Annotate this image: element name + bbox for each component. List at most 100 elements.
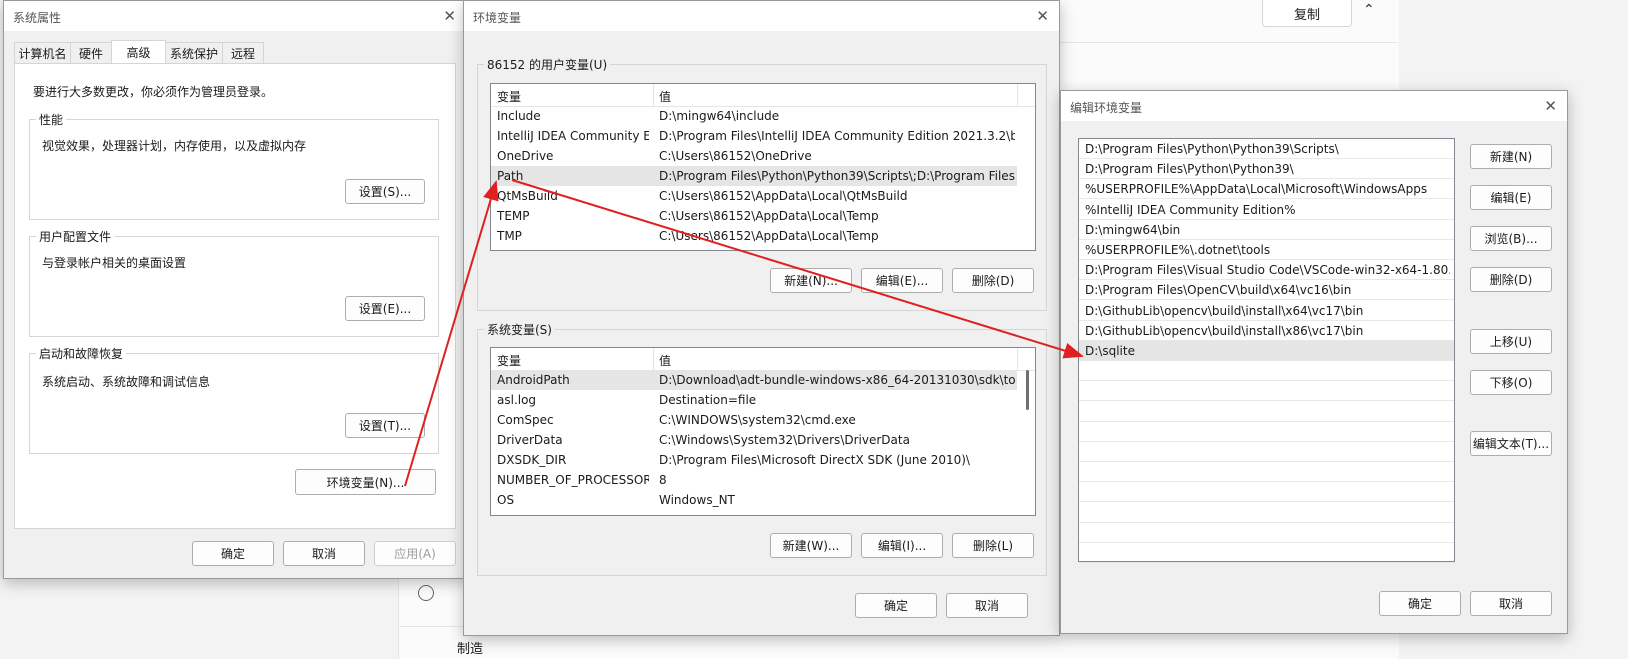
variable-value-cell: C:\Users\86152\AppData\Local\Temp: [659, 229, 879, 243]
startup-recovery-group: 启动和故障恢复 系统启动、系统故障和调试信息 设置(T)...: [29, 345, 439, 454]
variable-value-cell: D:\mingw64\include: [659, 109, 780, 123]
system-variables-legend: 系统变量(S): [484, 321, 555, 338]
column-header-value[interactable]: 值: [659, 352, 671, 369]
table-row[interactable]: Include D:\mingw64\include: [491, 106, 1017, 126]
variable-name-cell: Include: [497, 109, 541, 123]
user-edit-button[interactable]: 编辑(E)...: [861, 268, 943, 293]
scrollbar-thumb[interactable]: [1026, 370, 1029, 410]
performance-settings-button[interactable]: 设置(S)...: [345, 179, 425, 204]
column-header-variable[interactable]: 变量: [497, 352, 521, 369]
ok-button[interactable]: 确定: [1379, 591, 1461, 616]
variable-name-cell: TEMP: [497, 209, 530, 223]
empty-list-row[interactable]: [1079, 543, 1454, 563]
table-row[interactable]: QtMsBuild C:\Users\86152\AppData\Local\Qt…: [491, 186, 1017, 206]
user-profile-legend: 用户配置文件: [36, 228, 115, 245]
cancel-button[interactable]: 取消: [283, 541, 365, 566]
admin-note: 要进行大多数更改，你必须作为管理员登录。: [33, 85, 274, 99]
ok-button[interactable]: 确定: [192, 541, 274, 566]
table-row[interactable]: DXSDK_DIR D:\Program Files\Microsoft Dire…: [491, 450, 1017, 470]
path-entries-list[interactable]: D:\Program Files\Python\Python39\Scripts…: [1078, 138, 1455, 563]
apply-button[interactable]: 应用(A): [374, 541, 456, 566]
tab-hardware[interactable]: 硬件: [70, 42, 112, 63]
startup-recovery-settings-button[interactable]: 设置(T)...: [345, 413, 425, 438]
table-row[interactable]: ComSpec C:\WINDOWS\system32\cmd.exe: [491, 410, 1017, 430]
system-edit-button[interactable]: 编辑(I)...: [861, 533, 943, 558]
list-item[interactable]: D:\GithubLib\opencv\build\install\x64\vc…: [1079, 301, 1454, 321]
browse-button[interactable]: 浏览(B)...: [1470, 226, 1552, 251]
list-item[interactable]: %IntelliJ IDEA Community Edition%: [1079, 200, 1454, 220]
move-up-button[interactable]: 上移(U): [1470, 329, 1552, 354]
window-title: 系统属性: [13, 11, 62, 25]
system-delete-button[interactable]: 删除(L): [952, 533, 1034, 558]
edit-entry-button[interactable]: 编辑(E): [1470, 185, 1552, 210]
column-header-variable[interactable]: 变量: [497, 88, 521, 105]
empty-list-row[interactable]: [1079, 462, 1454, 483]
empty-list-row[interactable]: [1079, 442, 1454, 462]
cancel-button[interactable]: 取消: [1470, 591, 1552, 616]
variable-value-cell: C:\Windows\System32\Drivers\DriverData: [659, 433, 910, 447]
edit-text-button[interactable]: 编辑文本(T)...: [1470, 431, 1552, 456]
empty-list-row[interactable]: [1079, 523, 1454, 543]
table-row[interactable]: OneDrive C:\Users\86152\OneDrive: [491, 146, 1017, 166]
table-row[interactable]: AndroidPath D:\Download\adt-bundle-window…: [491, 370, 1017, 390]
table-row[interactable]: DriverData C:\Windows\System32\Drivers\Dr…: [491, 430, 1017, 450]
performance-legend: 性能: [36, 111, 67, 128]
list-item[interactable]: D:\Program Files\Python\Python39\: [1079, 159, 1454, 180]
table-row[interactable]: IntelliJ IDEA Community E... D:\Program F…: [491, 126, 1017, 146]
cancel-button[interactable]: 取消: [946, 593, 1028, 618]
list-item[interactable]: D:\mingw64\bin: [1079, 220, 1454, 240]
table-row[interactable]: asl.log Destination=file: [491, 390, 1017, 410]
list-item[interactable]: D:\Program Files\OpenCV\build\x64\vc16\b…: [1079, 280, 1454, 301]
empty-list-row[interactable]: [1079, 482, 1454, 503]
close-icon[interactable]: ✕: [443, 7, 456, 25]
tab-remote[interactable]: 远程: [222, 42, 264, 63]
user-delete-button[interactable]: 删除(D): [952, 268, 1034, 293]
new-entry-button[interactable]: 新建(N): [1470, 144, 1552, 169]
list-item[interactable]: D:\Program Files\Visual Studio Code\VSCo…: [1079, 260, 1454, 281]
table-row[interactable]: TEMP C:\Users\86152\AppData\Local\Temp: [491, 206, 1017, 226]
path-entry-text: D:\GithubLib\opencv\build\install\x86\vc…: [1085, 323, 1364, 338]
user-profile-settings-button[interactable]: 设置(E)...: [345, 296, 425, 321]
empty-list-row[interactable]: [1079, 402, 1454, 422]
performance-group: 性能 视觉效果，处理器计划，内存使用，以及虚拟内存 设置(S)...: [29, 111, 439, 220]
list-item[interactable]: D:\sqlite: [1079, 341, 1454, 361]
radio-button[interactable]: [418, 585, 434, 601]
variable-value-cell: D:\Download\adt-bundle-windows-x86_64-20…: [659, 373, 1015, 387]
title-bar: 系统属性 ✕: [4, 1, 466, 31]
empty-list-row[interactable]: [1079, 381, 1454, 402]
copy-button[interactable]: 复制: [1262, 0, 1352, 27]
empty-list-row[interactable]: [1079, 422, 1454, 442]
system-variables-list[interactable]: 变量 值 AndroidPath D:\Download\adt-bundle-w…: [490, 347, 1036, 516]
move-down-button[interactable]: 下移(O): [1470, 370, 1552, 395]
environment-variables-button[interactable]: 环境变量(N)...: [295, 469, 436, 495]
tab-system-protection[interactable]: 系统保护: [165, 42, 223, 63]
table-row[interactable]: TMP C:\Users\86152\AppData\Local\Temp: [491, 226, 1017, 246]
chevron-up-icon[interactable]: ⌃: [1363, 2, 1375, 18]
table-row[interactable]: Path D:\Program Files\Python\Python39\Scr…: [491, 166, 1017, 186]
window-title: 环境变量: [473, 11, 522, 25]
column-header-value[interactable]: 值: [659, 88, 671, 105]
empty-list-row[interactable]: [1079, 361, 1454, 382]
user-variables-list[interactable]: 变量 值 Include D:\mingw64\include IntelliJ I…: [490, 83, 1036, 251]
variable-value-cell: Windows_NT: [659, 493, 735, 507]
list-item[interactable]: %USERPROFILE%\.dotnet\tools: [1079, 240, 1454, 260]
tab-advanced[interactable]: 高级: [111, 40, 166, 63]
variable-value-cell: C:\Users\86152\OneDrive: [659, 149, 812, 163]
user-new-button[interactable]: 新建(N)...: [770, 268, 852, 293]
close-icon[interactable]: ✕: [1036, 7, 1049, 25]
ok-button[interactable]: 确定: [855, 593, 937, 618]
tab-computer-name[interactable]: 计算机名: [14, 42, 71, 63]
delete-entry-button[interactable]: 删除(D): [1470, 267, 1552, 292]
empty-list-row[interactable]: [1079, 503, 1454, 523]
variable-value-cell: 8: [659, 473, 667, 487]
list-item[interactable]: D:\Program Files\Python\Python39\Scripts…: [1079, 139, 1454, 159]
list-item[interactable]: %USERPROFILE%\AppData\Local\Microsoft\Wi…: [1079, 179, 1454, 200]
table-row[interactable]: NUMBER_OF_PROCESSORS 8: [491, 470, 1017, 490]
table-row[interactable]: OS Windows_NT: [491, 490, 1017, 510]
close-icon[interactable]: ✕: [1544, 97, 1557, 115]
variable-name-cell: ComSpec: [497, 413, 554, 427]
variable-name-cell: NUMBER_OF_PROCESSORS: [497, 473, 649, 487]
startup-recovery-description: 系统启动、系统故障和调试信息: [42, 375, 211, 389]
system-new-button[interactable]: 新建(W)...: [770, 533, 852, 558]
list-item[interactable]: D:\GithubLib\opencv\build\install\x86\vc…: [1079, 321, 1454, 341]
